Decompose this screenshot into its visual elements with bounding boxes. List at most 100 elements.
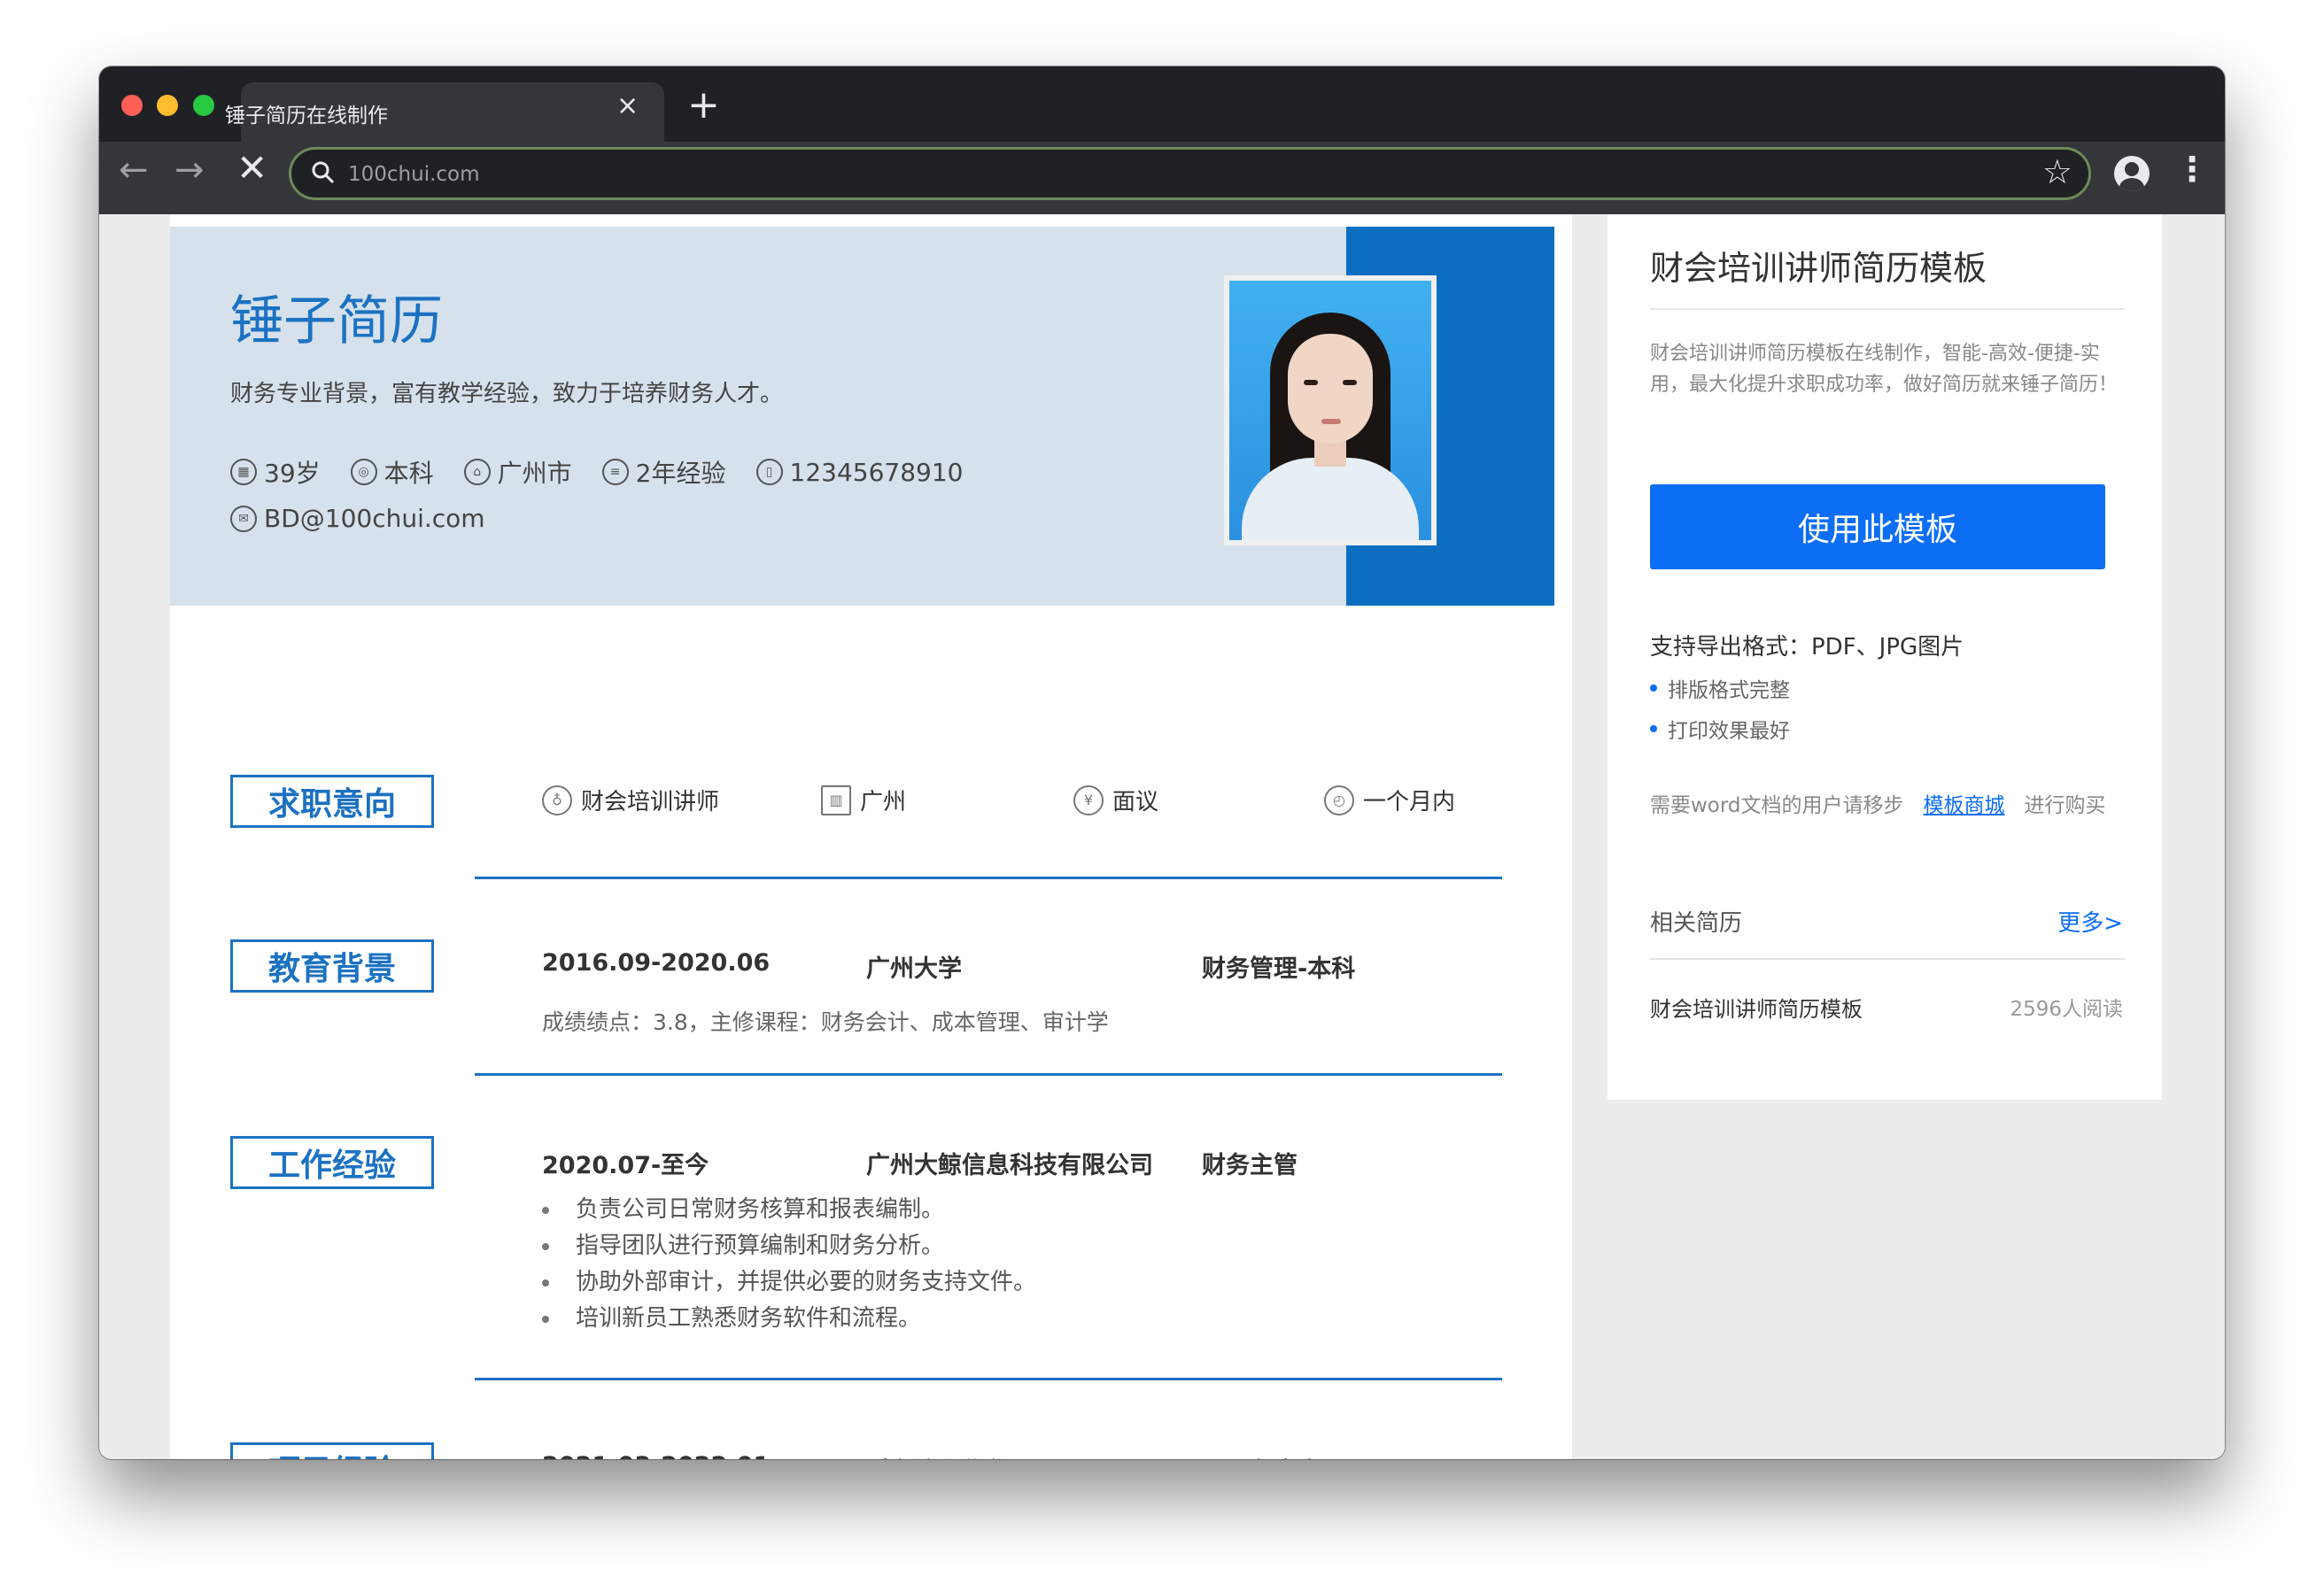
- template-sidebar: 财会培训讲师简历模板 财会培训讲师简历模板在线制作，智能-高效-便捷-实用，最大…: [1607, 214, 2162, 1100]
- sidebar-divider: [1650, 308, 2125, 310]
- section-divider: [475, 877, 1502, 879]
- more-link[interactable]: 更多>: [2057, 905, 2123, 938]
- photo-shirt: [1242, 458, 1419, 540]
- feature-text: 打印效果最好: [1668, 720, 1790, 743]
- info-age: ▦ 39岁: [230, 454, 321, 490]
- avatar-head: [2125, 162, 2139, 176]
- project-role: 项目负责人: [1202, 1452, 1321, 1459]
- education-detail: 成绩绩点：3.8，主修课程：财务会计、成本管理、审计学: [542, 1009, 1109, 1035]
- resume-tagline: 财务专业背景，富有教学经验，致力于培养财务人才。: [230, 381, 784, 407]
- word-note: 需要word文档的用户请移步 模板商城 进行购买: [1650, 788, 2106, 818]
- intent-position: ♁ 财会培训讲师: [542, 784, 719, 816]
- city-icon: ▥: [821, 784, 851, 815]
- list-item: 培训新员工熟悉财务软件和流程。: [542, 1301, 1036, 1337]
- sidebar-title: 财会培训讲师简历模板: [1650, 249, 1987, 288]
- new-tab-button[interactable]: +: [687, 86, 720, 125]
- section-title-project: 项目经验: [230, 1442, 434, 1459]
- section-divider: [475, 1073, 1502, 1076]
- project-name: 财务流程优化项目: [866, 1452, 1057, 1459]
- photo-mouth: [1321, 419, 1341, 424]
- back-arrow-icon[interactable]: ←: [119, 152, 149, 188]
- resume-name: 锤子简历: [230, 290, 443, 352]
- related-item-count: 2596人阅读: [2010, 998, 2123, 1021]
- work-date: 2020.07-至今: [542, 1152, 709, 1179]
- template-store-link[interactable]: 模板商城: [1924, 788, 2005, 818]
- calendar-icon: ▦: [230, 459, 257, 485]
- browser-window: 锤子简历在线制作 × + ← → ✕ 100chui.com ☆ ⋮ 锤子简历 …: [99, 66, 2225, 1459]
- info-city-text: 广州市: [497, 459, 572, 488]
- intent-salary: ¥ 面议: [1073, 784, 1158, 816]
- intent-availability: ◴ 一个月内: [1324, 784, 1455, 816]
- info-phone: ▯ 12345678910: [755, 458, 963, 487]
- intent-position-text: 财会培训讲师: [581, 789, 720, 815]
- intent-city-text: 广州: [860, 789, 907, 815]
- minimize-window-button[interactable]: [157, 95, 178, 116]
- title-bar: 锤子简历在线制作 × +: [99, 66, 2225, 142]
- info-email-text: BD@100chui.com: [264, 504, 485, 533]
- address-bar[interactable]: 100chui.com ☆: [289, 147, 2091, 200]
- related-item-link[interactable]: 财会培训讲师简历模板: [1650, 992, 1863, 1023]
- profile-photo: [1224, 275, 1437, 545]
- email-icon: ✉: [230, 505, 257, 532]
- bookmark-star-icon[interactable]: ☆: [2042, 155, 2072, 189]
- work-bullets: 负责公司日常财务核算和报表编制。 指导团队进行预算编制和财务分析。 协助外部审计…: [542, 1192, 1036, 1337]
- education-major: 财务管理-本科: [1202, 955, 1356, 983]
- tab-title: 锤子简历在线制作: [225, 104, 388, 128]
- note-suffix: 进行购买: [2024, 794, 2106, 817]
- education-date: 2016.09-2020.06: [542, 949, 771, 977]
- close-window-button[interactable]: [121, 95, 143, 116]
- browser-menu-icon[interactable]: ⋮: [2175, 152, 2209, 186]
- list-item: 指导团队进行预算编制和财务分析。: [542, 1228, 1036, 1264]
- sidebar-divider: [1650, 958, 2125, 960]
- info-city: ⌂ 广州市: [463, 454, 572, 490]
- info-experience-text: 2年经验: [635, 459, 726, 488]
- info-degree: ◎ 本科: [350, 454, 434, 490]
- profile-avatar-icon[interactable]: [2114, 156, 2150, 191]
- info-experience: ≡ 2年经验: [601, 454, 726, 490]
- tab-close-icon[interactable]: ×: [616, 93, 639, 120]
- work-role: 财务主管: [1202, 1152, 1298, 1179]
- stop-loading-icon[interactable]: ✕: [236, 150, 267, 187]
- search-icon: [312, 161, 335, 184]
- url-text[interactable]: 100chui.com: [348, 163, 480, 186]
- project-date: 2021.03-2022.01: [542, 1452, 770, 1459]
- export-formats: 支持导出格式：PDF、JPG图片: [1650, 634, 1964, 661]
- note-prefix: 需要word文档的用户请移步: [1650, 794, 1904, 817]
- info-row: ▦ 39岁 ◎ 本科 ⌂ 广州市 ≡ 2年经验 ▯ 12345678910: [230, 454, 963, 490]
- work-company: 广州大鲸信息科技有限公司: [866, 1152, 1153, 1179]
- sidebar-card: 财会培训讲师简历模板 财会培训讲师简历模板在线制作，智能-高效-便捷-实用，最大…: [1607, 214, 2162, 1100]
- section-title-education: 教育背景: [230, 939, 434, 993]
- page-viewport: 锤子简历 财务专业背景，富有教学经验，致力于培养财务人才。 ▦ 39岁 ◎ 本科 ⌂…: [99, 214, 2225, 1459]
- photo-face: [1288, 334, 1373, 444]
- bullet-dot-icon: [1650, 725, 1657, 732]
- resume-preview: 锤子简历 财务专业背景，富有教学经验，致力于培养财务人才。 ▦ 39岁 ◎ 本科 ⌂…: [170, 214, 1572, 1459]
- info-age-text: 39岁: [264, 459, 321, 488]
- intent-availability-text: 一个月内: [1363, 789, 1456, 815]
- info-email: ✉ BD@100chui.com: [230, 504, 485, 533]
- photo-eye-left: [1304, 380, 1318, 385]
- salary-icon: ¥: [1073, 784, 1104, 815]
- info-row-email: ✉ BD@100chui.com: [230, 504, 485, 533]
- intent-city: ▥ 广州: [821, 784, 906, 816]
- list-item: 协助外部审计，并提供必要的财务支持文件。: [542, 1264, 1036, 1301]
- clock-icon: ◴: [1324, 784, 1354, 815]
- feature-item: 排版格式完整: [1650, 673, 1790, 703]
- graduation-icon: ◎: [350, 459, 377, 485]
- section-title-work: 工作经验: [230, 1136, 434, 1189]
- related-label: 相关简历: [1650, 910, 1743, 937]
- location-icon: ⌂: [463, 459, 491, 485]
- avatar-body: [2119, 178, 2144, 191]
- use-template-button[interactable]: 使用此模板: [1650, 484, 2105, 569]
- resume-header: 锤子简历 财务专业背景，富有教学经验，致力于培养财务人才。 ▦ 39岁 ◎ 本科 ⌂…: [170, 227, 1554, 606]
- intent-salary-text: 面议: [1112, 789, 1159, 815]
- experience-icon: ≡: [601, 459, 629, 485]
- forward-arrow-icon[interactable]: →: [174, 152, 205, 188]
- position-icon: ♁: [542, 784, 572, 815]
- info-degree-text: 本科: [383, 459, 434, 488]
- section-title-intent: 求职意向: [230, 775, 434, 828]
- bullet-dot-icon: [1650, 684, 1657, 692]
- list-item: 负责公司日常财务核算和报表编制。: [542, 1192, 1036, 1228]
- maximize-window-button[interactable]: [193, 95, 214, 116]
- sidebar-description: 财会培训讲师简历模板在线制作，智能-高效-便捷-实用，最大化提升求职成功率，做好…: [1650, 343, 2119, 396]
- feature-item: 打印效果最好: [1650, 714, 1790, 744]
